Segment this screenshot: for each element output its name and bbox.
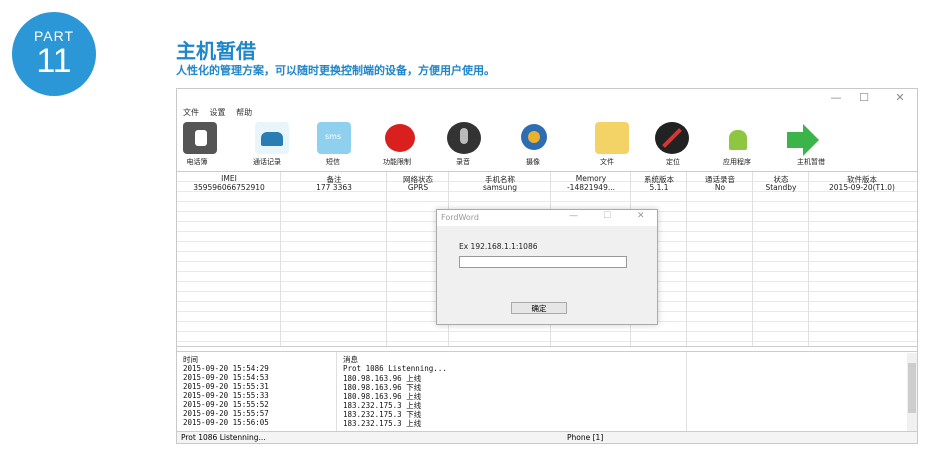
toolbar-labels: 电话簿 通话记录 短信 功能限制 录音 摄像 文件 定位 应用程序 主机暂借 <box>177 157 917 169</box>
cell-os-version[interactable]: 5.1.1 <box>631 183 687 192</box>
cell-software-version[interactable]: 2015-09-20(T1.0) <box>809 183 915 192</box>
cell-memory[interactable]: -14821949... <box>551 183 631 192</box>
log-time: 2015-09-20 15:55:33 <box>183 391 269 400</box>
menu-file[interactable]: 文件 <box>183 108 199 117</box>
dialog-close-icon[interactable]: ✕ <box>637 211 645 221</box>
ok-button[interactable]: 确定 <box>511 302 567 314</box>
compass-icon[interactable] <box>655 122 689 154</box>
toolbar-label[interactable]: 摄像 <box>526 157 540 167</box>
toolbar-label[interactable]: 短信 <box>326 157 340 167</box>
dialog-title: FordWord <box>437 210 657 226</box>
cell-imei[interactable]: 359596066752910 <box>177 183 281 192</box>
status-bar: Prot 1086 Listenning... Phone [1] <box>177 431 917 443</box>
android-icon[interactable] <box>721 122 755 154</box>
cell-call-record[interactable]: No <box>687 183 753 192</box>
log-message: 183.232.175.3 上线 <box>343 419 422 428</box>
toolbar-label[interactable]: 通话记录 <box>253 157 281 167</box>
cell-status[interactable]: Standby <box>753 183 809 192</box>
log-time: 2015-09-20 15:55:52 <box>183 400 269 409</box>
log-message: Prot 1086 Listenning... <box>343 364 447 373</box>
maximize-icon[interactable]: ☐ <box>853 91 875 104</box>
arrow-icon[interactable] <box>785 122 819 156</box>
log-time: 2015-09-20 15:55:31 <box>183 382 269 391</box>
phone-icon[interactable] <box>255 122 289 154</box>
cell-network[interactable]: GPRS <box>387 183 449 192</box>
microphone-icon[interactable] <box>447 122 481 154</box>
toolbar-label[interactable]: 主机暂借 <box>797 157 825 167</box>
page-title: 主机暂借 <box>176 39 256 63</box>
toolbar: sms <box>177 122 917 156</box>
folder-icon[interactable] <box>595 122 629 154</box>
menu-help[interactable]: 帮助 <box>236 108 252 117</box>
dialog-minimize-icon[interactable]: — <box>569 211 578 221</box>
contacts-icon[interactable] <box>183 122 217 154</box>
toolbar-label[interactable]: 文件 <box>600 157 614 167</box>
log-time: 2015-09-20 15:56:05 <box>183 418 269 427</box>
cell-note[interactable]: 177 3363 <box>281 183 387 192</box>
app-window: — ☐ ✕ 文件 设置 帮助 sms 电话簿 通话记录 短信 功能限制 录音 摄… <box>176 88 918 444</box>
dialog-maximize-icon: ☐ <box>603 211 612 221</box>
log-pane: 时间 消息 2015-09-20 15:54:29 Prot 1086 List… <box>177 351 917 431</box>
status-right: Phone [1] <box>567 433 604 442</box>
toolbar-label[interactable]: 定位 <box>666 157 680 167</box>
toolbar-label[interactable]: 电话簿 <box>187 157 208 167</box>
page-subtitle: 人性化的管理方案，可以随时更换控制端的设备，方便用户使用。 <box>176 64 495 77</box>
sms-block-icon[interactable] <box>383 122 417 154</box>
minimize-icon[interactable]: — <box>825 91 847 104</box>
status-left: Prot 1086 Listenning... <box>181 433 266 442</box>
log-time: 2015-09-20 15:54:29 <box>183 364 269 373</box>
toolbar-label[interactable]: 应用程序 <box>723 157 751 167</box>
col-imei[interactable]: IMEI <box>177 174 281 183</box>
forward-dialog: FordWord — ☐ ✕ Ex 192.168.1.1:1086 确定 <box>436 209 658 325</box>
log-time: 2015-09-20 15:54:53 <box>183 373 269 382</box>
webcam-icon[interactable] <box>517 122 551 154</box>
part-number: 11 <box>36 42 72 80</box>
close-icon[interactable]: ✕ <box>889 91 911 104</box>
log-time: 2015-09-20 15:55:57 <box>183 409 269 418</box>
toolbar-label[interactable]: 录音 <box>456 157 470 167</box>
toolbar-label[interactable]: 功能限制 <box>383 157 411 167</box>
address-input[interactable] <box>459 256 627 268</box>
log-scrollbar[interactable] <box>907 353 917 431</box>
dialog-label: Ex 192.168.1.1:1086 <box>459 242 538 251</box>
window-titlebar: — ☐ ✕ <box>177 89 917 107</box>
cell-phone-name[interactable]: samsung <box>449 183 551 192</box>
sms-icon[interactable]: sms <box>317 122 351 154</box>
menu-bar: 文件 设置 帮助 <box>177 107 254 121</box>
menu-settings[interactable]: 设置 <box>210 108 226 117</box>
part-badge: PART 11 <box>12 12 96 96</box>
col-memory[interactable]: Memory <box>551 174 631 183</box>
